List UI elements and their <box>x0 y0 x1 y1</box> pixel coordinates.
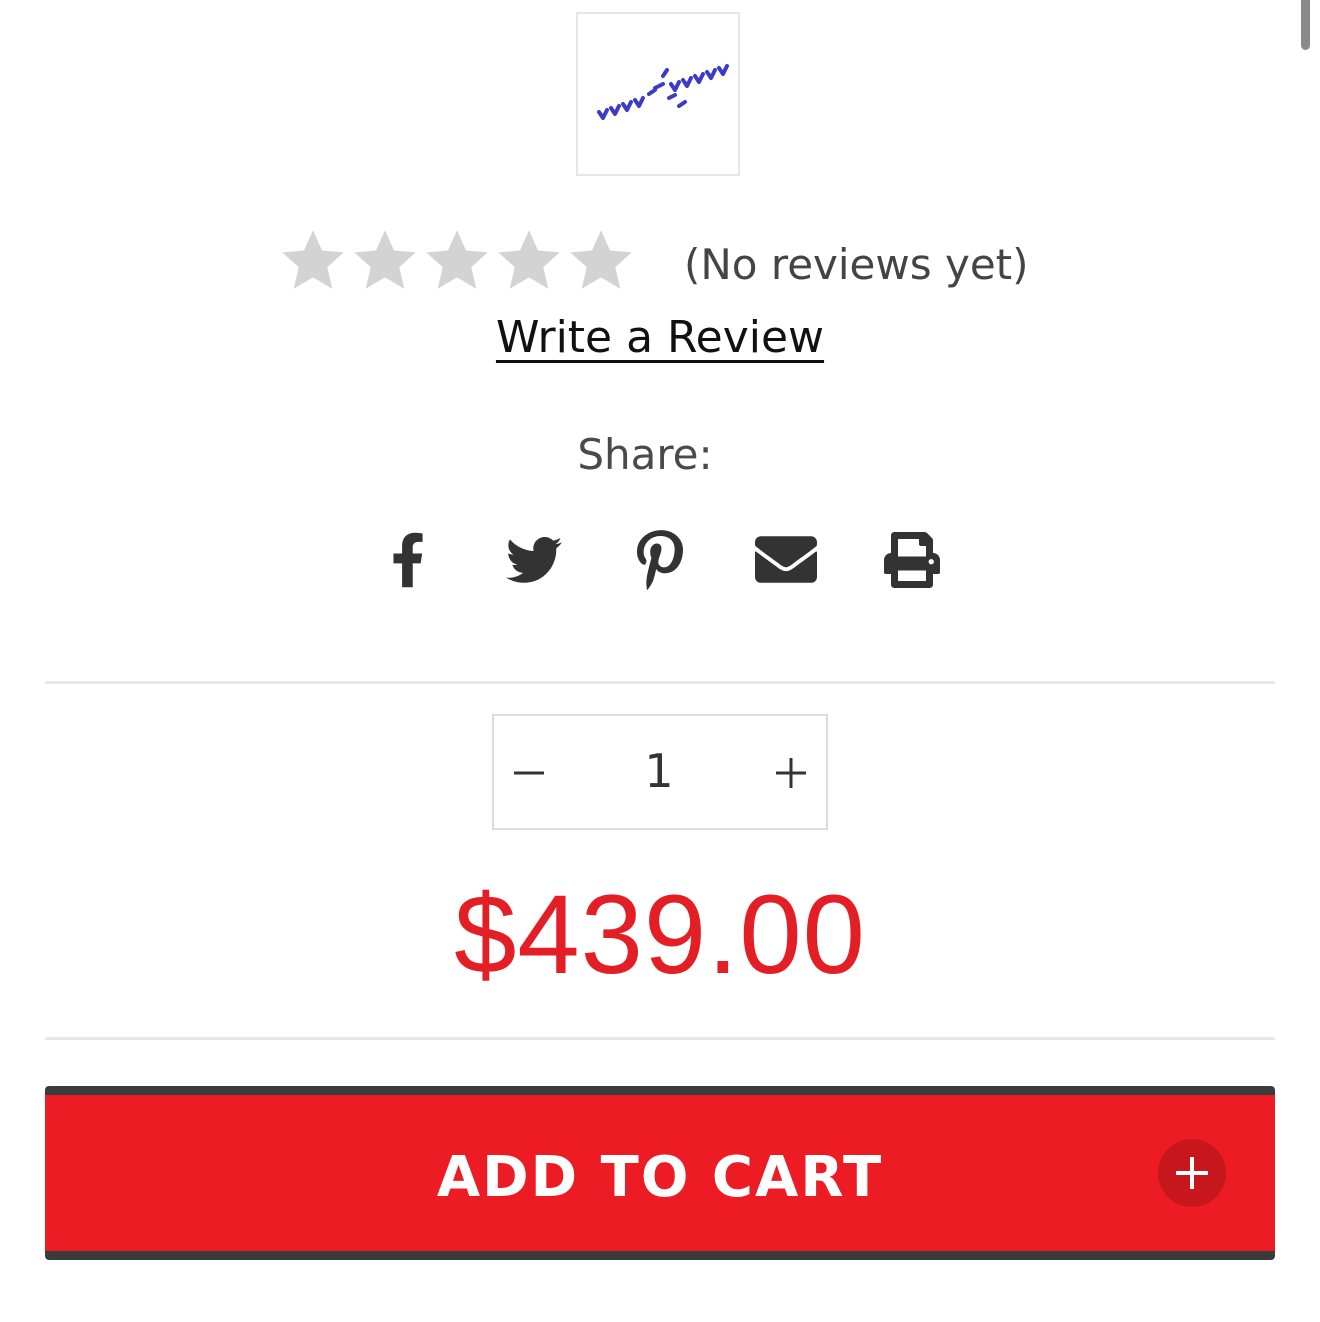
star-empty-icon <box>498 230 560 289</box>
product-thumbnail[interactable] <box>576 12 740 176</box>
star-empty-icon <box>354 230 416 289</box>
decrement-button[interactable] <box>494 716 564 828</box>
pinterest-icon[interactable] <box>634 525 686 595</box>
star-rating <box>278 226 636 296</box>
twitter-icon[interactable] <box>504 525 564 595</box>
share-icons <box>0 525 1320 595</box>
facebook-icon[interactable] <box>384 525 432 595</box>
page-scrollbar[interactable] <box>1301 0 1310 50</box>
add-to-cart-label: ADD TO CART <box>436 1145 884 1210</box>
plus-icon <box>776 758 806 788</box>
star-empty-icon <box>426 230 488 289</box>
quantity-input[interactable] <box>594 744 724 798</box>
add-to-cart-button[interactable]: ADD TO CART <box>45 1086 1275 1260</box>
divider <box>45 681 1275 684</box>
increment-button[interactable] <box>756 716 826 828</box>
star-empty-icon <box>282 230 344 289</box>
star-empty-icon <box>570 230 632 289</box>
write-review-row: Write a Review <box>0 312 1320 363</box>
minus-icon <box>514 771 544 775</box>
product-price: $439.00 <box>454 872 866 997</box>
quantity-stepper <box>492 714 828 830</box>
plus-circle-icon <box>1158 1139 1226 1207</box>
divider <box>45 1037 1275 1040</box>
tick-marks-thumbnail-icon <box>597 64 729 120</box>
write-review-link[interactable]: Write a Review <box>496 312 824 363</box>
rating-row: (No reviews yet) <box>0 226 1320 306</box>
no-reviews-text: (No reviews yet) <box>684 240 1029 289</box>
email-icon[interactable] <box>754 525 818 595</box>
share-label: Share: <box>577 430 713 479</box>
print-icon[interactable] <box>882 525 942 595</box>
